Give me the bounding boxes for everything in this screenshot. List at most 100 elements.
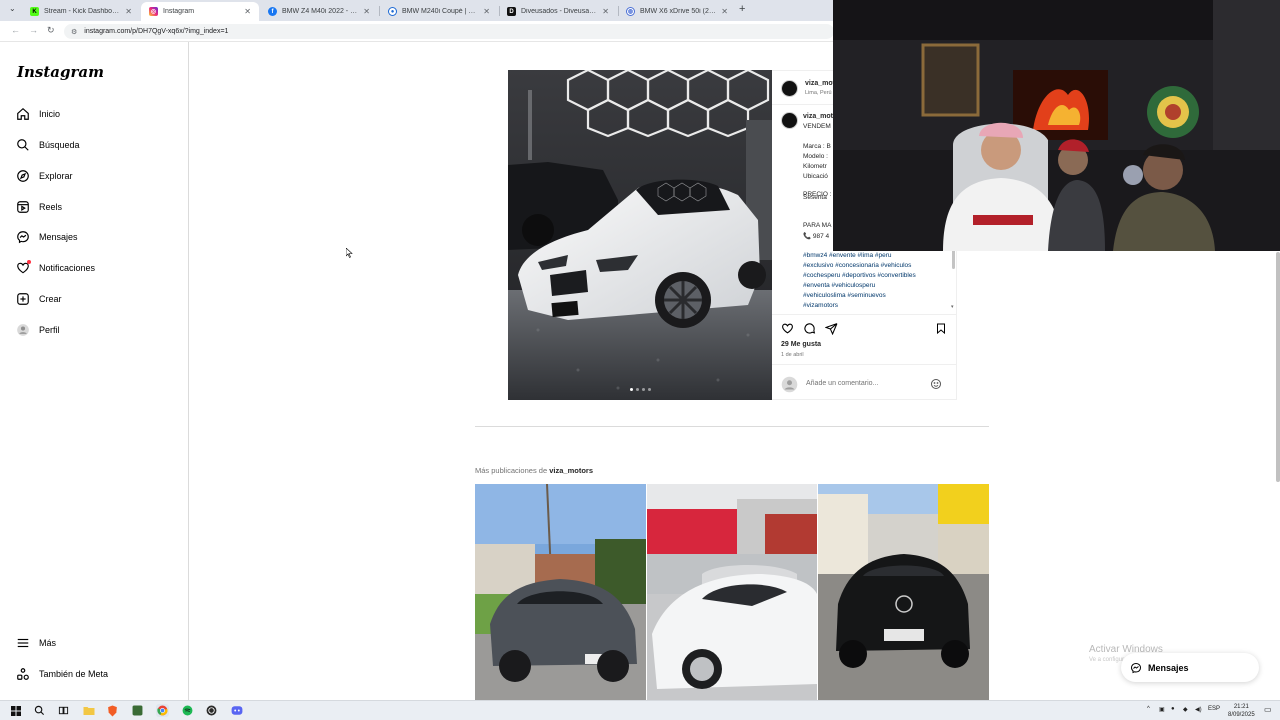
tab-label: Instagram — [163, 8, 195, 15]
tray-overflow-icon[interactable]: ^ — [1147, 706, 1150, 712]
close-icon[interactable]: ✕ — [125, 7, 132, 16]
tray-app-icon[interactable]: ▣ — [1159, 706, 1165, 713]
bmw-icon: ● — [388, 7, 397, 16]
hashtag-line[interactable]: #cochesperu #deportivos #convertibles — [803, 272, 916, 279]
sidebar-item-label: Inicio — [39, 109, 61, 119]
post-image[interactable] — [508, 70, 772, 400]
tray-app-icon[interactable]: ◆ — [1183, 706, 1188, 713]
brave-browser-icon[interactable] — [106, 704, 119, 717]
streamer-webcam-feed — [833, 0, 1280, 251]
tab-search-icon[interactable]: ⌄ — [9, 4, 16, 13]
site-settings-icon[interactable]: ⚙ — [71, 28, 77, 36]
avatar — [781, 376, 798, 393]
new-tab-button[interactable]: + — [739, 3, 745, 15]
sidebar-item-tambien-de-meta[interactable]: También de Meta — [16, 666, 108, 682]
avatar[interactable] — [781, 112, 798, 129]
like-heart-icon[interactable] — [781, 322, 794, 335]
sidebar-item-reels[interactable]: Reels — [16, 199, 62, 215]
app-icon[interactable] — [131, 704, 144, 717]
carousel-dot — [636, 388, 639, 391]
diveusados-icon: D — [507, 7, 516, 16]
windows-start-icon[interactable] — [9, 704, 22, 717]
hashtag-line[interactable]: #vehiculoslima #seminuevos — [803, 292, 886, 299]
taskbar-clock[interactable]: 21:21 8/09/2025 — [1228, 703, 1255, 719]
volume-icon[interactable]: ◀) — [1195, 706, 1202, 713]
file-explorer-icon[interactable] — [82, 704, 95, 717]
notifications-icon[interactable]: ▭ — [1264, 705, 1272, 714]
chrome-icon[interactable] — [156, 704, 169, 717]
likes-count[interactable]: 29 Me gusta — [781, 341, 821, 348]
caption-scrollbar[interactable] — [952, 249, 955, 269]
tab-bmw-x6[interactable]: ◍ BMW X6 xDrive 50i (2025), pre ✕ — [618, 2, 736, 21]
hashtag-line[interactable]: #exclusivo #concesionaria #vehiculos — [803, 262, 911, 269]
tab-diveusados[interactable]: D Diveusados - Diveusados ✕ — [499, 2, 617, 21]
sidebar-item-label: Más — [39, 638, 57, 648]
tab-bmw-z4[interactable]: f BMW Z4 M40i 2022 - Cars & Tr ✕ — [260, 2, 378, 21]
tab-bmw-m240i[interactable]: ● BMW M240i Coupé | BMW Serie ✕ — [380, 2, 498, 21]
caption-line: PARA MA — [803, 222, 832, 229]
tab-label: Stream - Kick Dashboard — [44, 8, 121, 15]
post-username[interactable]: viza_mot — [805, 80, 835, 87]
tab-kick-dashboard[interactable]: K Stream - Kick Dashboard ✕ — [22, 2, 140, 21]
obs-icon[interactable] — [205, 704, 218, 717]
sidebar-item-perfil[interactable]: Perfil — [16, 322, 60, 338]
grid-post-mercedes[interactable] — [818, 484, 989, 700]
screen: ⌄ K Stream - Kick Dashboard ✕ ◎ Instagra… — [0, 0, 1280, 720]
sidebar-item-mas[interactable]: Más — [16, 635, 56, 651]
carousel-dots — [630, 388, 651, 391]
carousel-dot — [648, 388, 651, 391]
sidebar-item-busqueda[interactable]: Búsqueda — [16, 137, 80, 153]
tab-label: Diveusados - Diveusados — [521, 8, 598, 15]
url-field[interactable]: ⚙ instagram.com/p/DH7QgV-xq6x/?img_index… — [64, 24, 834, 39]
hashtag-line[interactable]: #vizamotors — [803, 302, 838, 309]
grid-post-corvette[interactable] — [647, 484, 817, 700]
compass-icon — [17, 170, 29, 182]
sidebar-item-notificaciones[interactable]: Notificaciones — [16, 260, 95, 276]
avatar[interactable] — [781, 80, 798, 97]
scroll-down-icon[interactable]: ▾ — [951, 304, 954, 310]
close-icon[interactable]: ✕ — [721, 7, 728, 16]
forward-arrow-icon[interactable]: → — [29, 25, 38, 35]
caption-line: Ubicació — [803, 173, 828, 180]
close-icon[interactable]: ✕ — [483, 7, 490, 16]
hashtag-line[interactable]: #bmwz4 #envente #lima #peru — [803, 252, 892, 259]
hashtag-line[interactable]: #enventa #vehiculosperu — [803, 282, 875, 289]
sidebar-item-mensajes[interactable]: Mensajes — [16, 229, 78, 245]
instagram-icon: ◎ — [149, 7, 158, 16]
reels-icon — [17, 201, 29, 213]
caption-username[interactable]: viza_mot — [803, 113, 833, 120]
instagram-logo[interactable]: Instagram — [17, 63, 104, 81]
discord-icon[interactable] — [230, 704, 243, 717]
comment-input[interactable]: Añade un comentario... — [806, 380, 878, 387]
reload-icon[interactable]: ↻ — [47, 25, 55, 36]
comment-icon[interactable] — [803, 322, 816, 335]
close-icon[interactable]: ✕ — [244, 7, 251, 16]
language-indicator[interactable]: ESP — [1208, 706, 1220, 712]
more-posts-username[interactable]: viza_motors — [549, 466, 593, 475]
emoji-icon[interactable] — [930, 378, 942, 390]
sidebar-item-inicio[interactable]: Inicio — [16, 106, 60, 122]
sidebar-item-label: Perfil — [39, 325, 60, 335]
close-icon[interactable]: ✕ — [363, 7, 370, 16]
search-icon — [17, 139, 29, 151]
more-posts-prefix: Más publicaciones de — [475, 466, 548, 475]
search-icon[interactable] — [33, 704, 46, 717]
bmw-z4-photo — [508, 70, 772, 400]
close-icon[interactable]: ✕ — [602, 7, 609, 16]
tray-app-icon[interactable]: ● — [1171, 706, 1175, 712]
task-view-icon[interactable] — [57, 704, 70, 717]
spotify-icon[interactable] — [181, 704, 194, 717]
messages-floating-button[interactable]: Mensajes — [1121, 653, 1259, 682]
sidebar-item-crear[interactable]: Crear — [16, 291, 62, 307]
back-arrow-icon[interactable]: ← — [11, 25, 20, 35]
tab-instagram[interactable]: ◎ Instagram ✕ — [141, 2, 259, 21]
sidebar-item-explorar[interactable]: Explorar — [16, 168, 73, 184]
page-scrollbar[interactable] — [1276, 252, 1280, 482]
bookmark-icon[interactable] — [935, 322, 947, 335]
home-icon — [17, 107, 29, 120]
facebook-icon: f — [268, 7, 277, 16]
grid-post-porsche[interactable] — [475, 484, 646, 700]
share-icon[interactable] — [825, 322, 838, 335]
post-location[interactable]: Lima, Perú — [805, 90, 832, 96]
caption-line: 📞 987 4 — [803, 233, 830, 240]
